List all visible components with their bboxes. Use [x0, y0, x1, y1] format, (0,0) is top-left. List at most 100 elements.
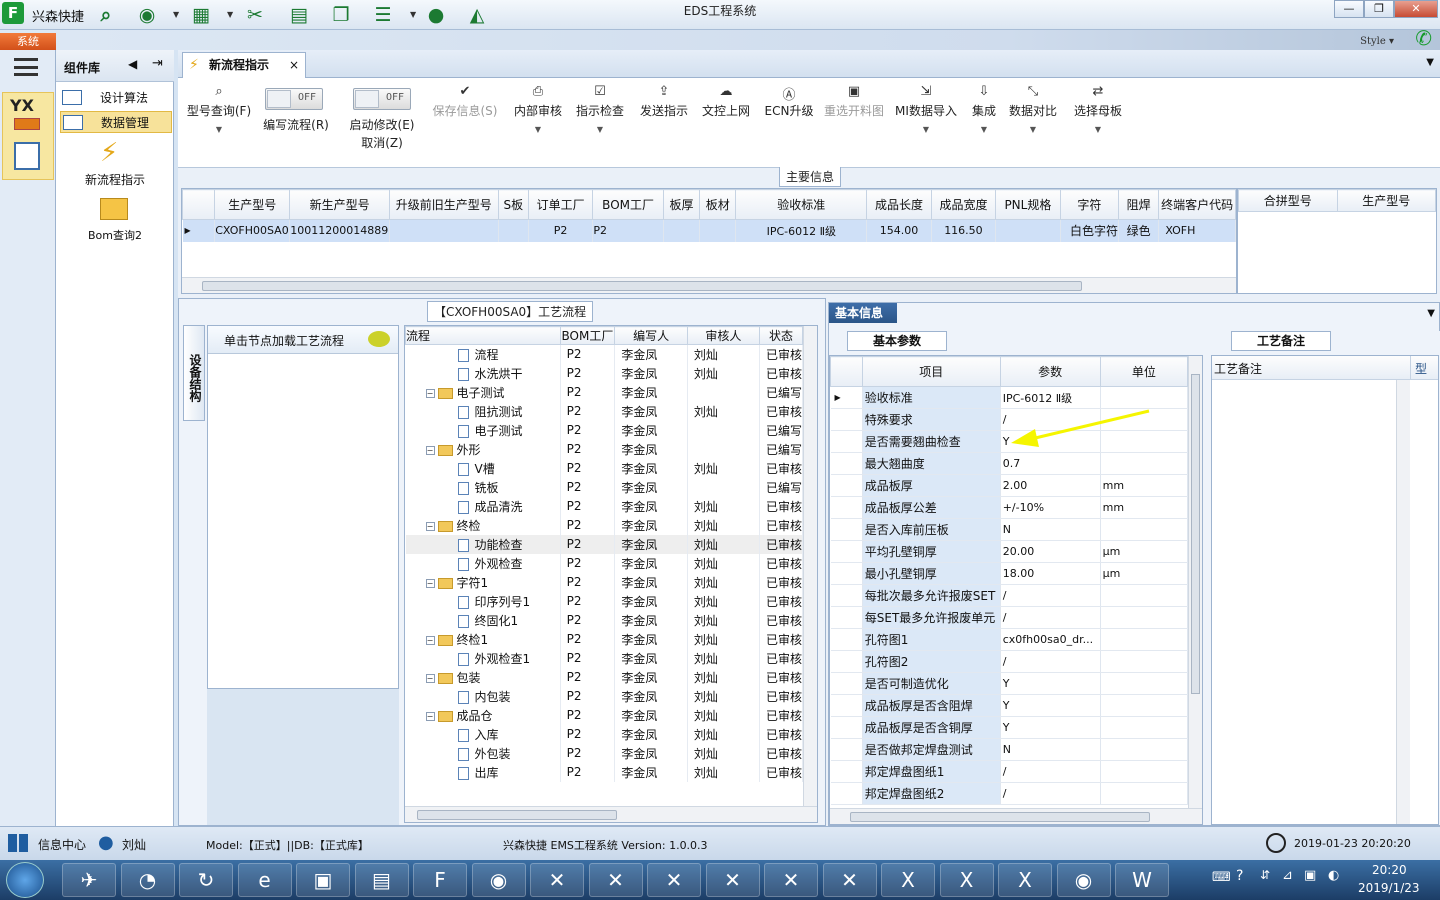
ribbon-button[interactable]: ⇪ 发送指示	[636, 84, 692, 119]
param-row[interactable]: 每批次最多允许报废SET /	[830, 584, 1189, 607]
vertical-scrollbar[interactable]	[803, 326, 817, 806]
bird-icon[interactable]: ✈	[62, 863, 116, 897]
param-unit[interactable]	[1100, 650, 1189, 673]
tray-arrows-icon[interactable]: ⇵	[1260, 868, 1270, 882]
param-row[interactable]: 每SET最多允许报废单元 /	[830, 606, 1189, 629]
tree-node[interactable]: 印序列号1	[405, 591, 561, 611]
cell[interactable]	[687, 382, 760, 402]
cell[interactable]: P2	[560, 344, 616, 364]
cell[interactable]: 已审核	[759, 363, 804, 383]
cell[interactable]: P2	[560, 572, 616, 592]
eye-app-icon[interactable]: ◉	[1056, 863, 1111, 897]
tab-close-icon[interactable]: ×	[289, 53, 299, 77]
col-header[interactable]: 审核人	[686, 326, 760, 345]
collapse-left-icon[interactable]: ◀	[128, 57, 137, 71]
param-value[interactable]: /	[1000, 650, 1101, 673]
col-header[interactable]: 项目	[861, 356, 1001, 387]
param-unit[interactable]	[1100, 628, 1189, 651]
close-button[interactable]: ✕	[1394, 0, 1438, 18]
collapse-icon[interactable]: −	[425, 521, 435, 531]
excel-icon[interactable]: X	[881, 863, 935, 897]
model-query-button[interactable]: ⌕ 型号查询(F) ▼	[184, 84, 254, 134]
cell[interactable]: 李金凤	[614, 724, 688, 744]
tree-node[interactable]: − 字符1	[405, 572, 561, 592]
tree-node[interactable]: − 外形	[405, 439, 561, 459]
tree-node[interactable]: 功能检查	[405, 534, 561, 554]
ie-icon[interactable]: e	[237, 863, 292, 897]
cell[interactable]: 已审核	[759, 648, 804, 668]
cell[interactable]: 刘灿	[687, 363, 760, 383]
scroll-thumb[interactable]	[1191, 374, 1200, 694]
cell[interactable]: 已审核	[759, 667, 804, 687]
excel-icon[interactable]: X	[998, 863, 1052, 897]
cell[interactable]: 李金凤	[614, 572, 688, 592]
component-item-data[interactable]: 数据管理	[60, 111, 172, 133]
param-value[interactable]: Y	[1000, 694, 1101, 717]
cell[interactable]: 已审核	[759, 344, 804, 364]
cell[interactable]: P2	[560, 629, 616, 649]
col-header[interactable]: 验收标准	[735, 189, 868, 220]
tree-row[interactable]: − 成品仓 P2 李金凤 刘灿 已审核	[405, 705, 804, 725]
cell[interactable]: 李金凤	[614, 705, 688, 725]
col-header[interactable]: 板材	[699, 189, 737, 220]
calendar-icon[interactable]	[14, 142, 40, 170]
cell[interactable]: IPC-6012 Ⅱ级	[735, 219, 868, 242]
param-unit[interactable]: mm	[1100, 496, 1189, 519]
param-row[interactable]: 孔符图1 cx0fh00sa0_dr...	[830, 628, 1189, 651]
collapse-icon[interactable]: −	[425, 388, 435, 398]
cancel-label[interactable]: 取消(Z)	[344, 134, 420, 151]
cell[interactable]: 已编写	[759, 477, 804, 497]
col-header[interactable]: 状态	[758, 326, 804, 345]
cell[interactable]: 刘灿	[687, 629, 760, 649]
tree-row[interactable]: 水洗烘干 P2 李金凤 刘灿 已审核	[405, 363, 804, 383]
cell[interactable]: 已审核	[759, 610, 804, 630]
tree-row[interactable]: 出库 P2 李金凤 刘灿 已审核	[405, 762, 804, 782]
param-row[interactable]: 成品板厚是否含阻焊 Y	[830, 694, 1189, 717]
cell[interactable]: 李金凤	[614, 439, 688, 459]
col-header[interactable]: 成品宽度	[930, 189, 997, 220]
col-header[interactable]: 工艺备注	[1212, 356, 1410, 380]
cell[interactable]: 刘灿	[687, 572, 760, 592]
cell[interactable]: 154.00	[866, 219, 932, 242]
tree-node[interactable]: − 终检1	[405, 629, 561, 649]
cell[interactable]: 已审核	[759, 705, 804, 725]
param-value[interactable]: 20.00	[1000, 540, 1101, 563]
tree-row[interactable]: 终固化1 P2 李金凤 刘灿 已审核	[405, 610, 804, 630]
cell[interactable]: 已审核	[759, 591, 804, 611]
param-value[interactable]: N	[1000, 518, 1101, 541]
scroll-thumb[interactable]	[417, 810, 617, 820]
eye-app-icon[interactable]: ◉	[471, 863, 526, 897]
cell[interactable]: P2	[560, 667, 616, 687]
col-header[interactable]: 参数	[999, 356, 1101, 387]
tree-node[interactable]: 外观检查1	[405, 648, 561, 668]
cell[interactable]: 已审核	[759, 724, 804, 744]
cell[interactable]	[687, 477, 760, 497]
tree-node[interactable]: − 包装	[405, 667, 561, 687]
taskbar-date[interactable]: 2019/1/23	[1358, 881, 1420, 895]
cell[interactable]: P2	[560, 610, 616, 630]
tree-row[interactable]: 流程 P2 李金凤 刘灿 已审核	[405, 344, 804, 364]
tree-node[interactable]: 铣板	[405, 477, 561, 497]
cell[interactable]: 已审核	[759, 553, 804, 573]
tree-node[interactable]: − 电子测试	[405, 382, 561, 402]
tree-node[interactable]: 水洗烘干	[405, 363, 561, 383]
tree-node[interactable]: 终固化1	[405, 610, 561, 630]
cell[interactable]: P2	[560, 439, 616, 459]
cell[interactable]: 李金凤	[614, 458, 688, 478]
horizontal-scrollbar[interactable]	[830, 808, 1202, 824]
cell[interactable]: 已审核	[759, 629, 804, 649]
cell[interactable]: 李金凤	[614, 496, 688, 516]
param-row[interactable]: 邦定焊盘图纸1/	[830, 760, 1189, 783]
tray-help-icon[interactable]: ?	[1236, 868, 1243, 884]
load-hint[interactable]: 单击节点加载工艺流程	[208, 326, 398, 354]
tree-node[interactable]: 成品清洗	[405, 496, 561, 516]
tree-row[interactable]: − 字符1 P2 李金凤 刘灿 已审核	[405, 572, 804, 592]
scanner-icon[interactable]: ▤	[354, 863, 409, 897]
tray-keyboard-icon[interactable]: ⌨	[1212, 870, 1231, 885]
col-header[interactable]: 生产型号	[214, 189, 291, 220]
tree-row[interactable]: 外观检查 P2 李金凤 刘灿 已审核	[405, 553, 804, 573]
col-header[interactable]: 流程	[405, 326, 561, 345]
cell[interactable]: 李金凤	[614, 344, 688, 364]
collapse-icon[interactable]: −	[425, 673, 435, 683]
tree-node[interactable]: 阻抗测试	[405, 401, 561, 421]
